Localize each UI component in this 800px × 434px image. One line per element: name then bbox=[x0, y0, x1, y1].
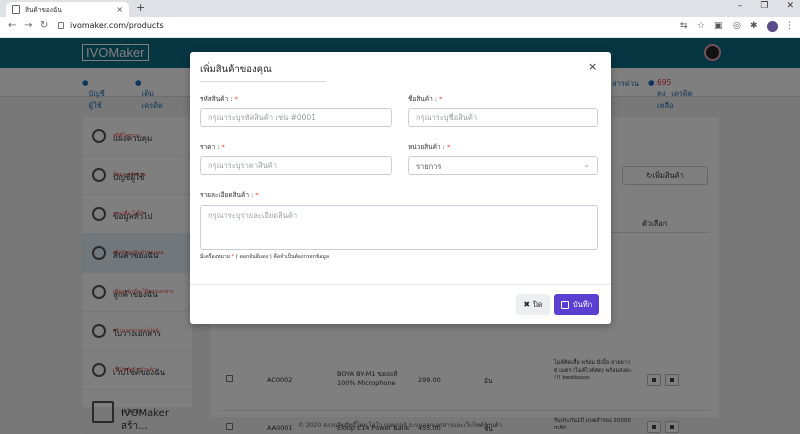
reload-icon[interactable]: ↻ bbox=[40, 20, 48, 31]
add-product-modal: เพิ่มสินค้าของคุณ × รหัสสินค้า : * ชื่อส… bbox=[190, 52, 611, 324]
footer-divider bbox=[190, 284, 611, 285]
tab-title: สินค้าของฉัน bbox=[25, 5, 62, 14]
maximize-icon[interactable]: ❐ bbox=[760, 1, 768, 11]
save-icon bbox=[560, 300, 569, 309]
url-field[interactable]: ivomaker.com/products bbox=[58, 21, 164, 30]
lock-icon bbox=[58, 22, 64, 29]
description-label: รายละเอียดสินค้า : * bbox=[200, 191, 259, 199]
modal-title: เพิ่มสินค้าของคุณ bbox=[200, 64, 272, 75]
price-input[interactable] bbox=[200, 156, 392, 175]
save-button[interactable]: บันทึก bbox=[554, 294, 599, 315]
address-bar: ← → ↻ ivomaker.com/products ⇆ ☆ ▣ ◎ ✱ ⋮ bbox=[0, 17, 800, 38]
product-code-input[interactable] bbox=[200, 108, 392, 127]
header-underline bbox=[200, 81, 326, 82]
product-name-input[interactable] bbox=[408, 108, 598, 127]
puzzle-icon[interactable]: ✱ bbox=[750, 21, 758, 31]
camera-icon[interactable]: ◎ bbox=[733, 21, 741, 31]
translate-icon[interactable]: ⇆ bbox=[680, 21, 688, 31]
tab-close-icon[interactable]: × bbox=[116, 5, 123, 14]
unit-select-value: รายการ bbox=[416, 162, 442, 171]
browser-tabbar: สินค้าของฉัน × + – ❐ ✕ bbox=[0, 0, 800, 17]
menu-icon[interactable]: ⋮ bbox=[785, 21, 794, 31]
minimize-icon[interactable]: – bbox=[738, 1, 743, 11]
profile-avatar[interactable] bbox=[767, 21, 778, 32]
unit-select[interactable]: รายการ ⌄ bbox=[408, 156, 598, 175]
modal-header: เพิ่มสินค้าของคุณ × bbox=[190, 52, 611, 82]
browser-tab[interactable]: สินค้าของฉัน × bbox=[6, 2, 129, 17]
price-label: ราคา : * bbox=[200, 143, 225, 151]
required-note: มีเครื่องหมาย * ( ดอกจันสีแดง ) คือจำเป็… bbox=[200, 254, 330, 260]
description-textarea[interactable] bbox=[200, 205, 598, 250]
close-icon[interactable]: × bbox=[588, 60, 597, 73]
unit-label: หน่วยสินค้า : * bbox=[408, 143, 451, 151]
close-icon: ✖ bbox=[523, 300, 531, 309]
new-tab-button[interactable]: + bbox=[136, 1, 145, 14]
close-button[interactable]: ✖ ปิด bbox=[516, 294, 550, 315]
star-icon[interactable]: ☆ bbox=[697, 21, 705, 31]
code-label: รหัสสินค้า : * bbox=[200, 95, 238, 103]
extension-badge-icon[interactable]: ▣ bbox=[714, 21, 723, 31]
name-label: ชื่อสินค้า : * bbox=[408, 95, 443, 103]
close-window-icon[interactable]: ✕ bbox=[786, 1, 794, 11]
page-icon bbox=[12, 5, 20, 14]
chevron-down-icon: ⌄ bbox=[583, 160, 590, 169]
window-controls: – ❐ ✕ bbox=[738, 1, 794, 11]
forward-icon[interactable]: → bbox=[24, 20, 32, 31]
back-icon[interactable]: ← bbox=[8, 20, 16, 31]
